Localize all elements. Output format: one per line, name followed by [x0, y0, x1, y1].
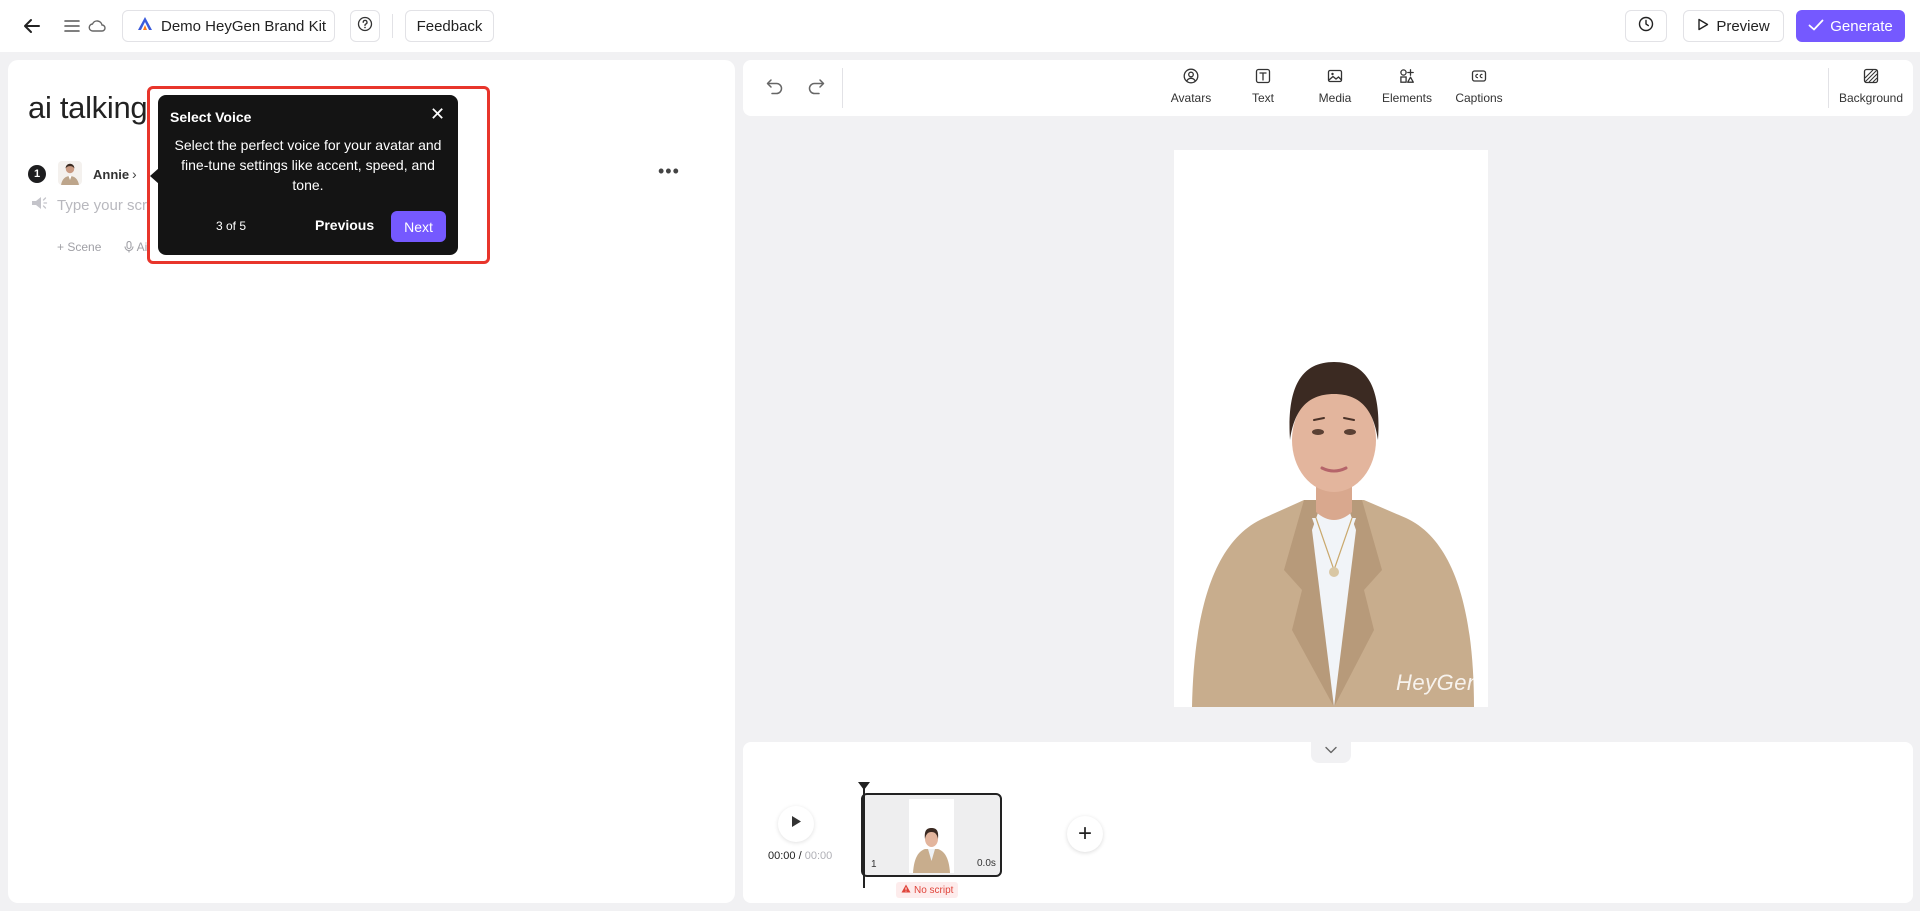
clip-duration: 0.0s	[977, 858, 996, 869]
background-tool-label: Background	[1838, 91, 1904, 105]
undo-icon[interactable]	[765, 76, 785, 101]
brand-kit-label: Demo HeyGen Brand Kit	[161, 17, 327, 35]
avatar-thumbnail[interactable]	[58, 161, 82, 185]
elements-icon	[1399, 68, 1415, 87]
generate-button[interactable]: Generate	[1796, 10, 1905, 42]
script-input[interactable]: Type your scri	[57, 197, 150, 214]
media-tool[interactable]: Media	[1303, 68, 1367, 105]
no-script-warning: No script	[896, 882, 959, 898]
brand-kit-selector[interactable]: Demo HeyGen Brand Kit	[122, 10, 335, 42]
generate-label: Generate	[1830, 17, 1893, 35]
redo-icon[interactable]	[806, 76, 826, 101]
captions-tool[interactable]: Captions	[1447, 68, 1511, 105]
feedback-label: Feedback	[416, 17, 483, 35]
text-tool-label: Text	[1251, 91, 1274, 105]
text-tool[interactable]: Text	[1231, 68, 1295, 105]
avatar-name[interactable]: Annie	[93, 167, 129, 182]
history-icon	[1638, 16, 1654, 36]
microphone-icon	[124, 240, 134, 253]
project-title[interactable]: ai talking	[28, 90, 148, 126]
help-button[interactable]	[350, 10, 380, 42]
tooltip-body: Select the perfect voice for your avatar…	[174, 137, 442, 193]
brand-kit-icon	[137, 16, 153, 36]
help-icon	[357, 16, 373, 36]
avatars-tool-label: Avatars	[1170, 91, 1212, 105]
current-time: 00:00	[768, 850, 796, 862]
top-bar: Demo HeyGen Brand Kit Feedback Preview G…	[0, 0, 1920, 52]
avatars-tool[interactable]: Avatars	[1159, 68, 1223, 105]
add-scene-button[interactable]: + Scene	[57, 240, 101, 254]
cloud-icon	[86, 16, 108, 36]
plus-icon: +	[1077, 820, 1092, 847]
warning-label: No script	[914, 884, 954, 896]
clip-number: 1	[871, 859, 877, 870]
total-time: 00:00	[804, 850, 833, 862]
elements-tool-label: Elements	[1381, 91, 1433, 105]
preview-button[interactable]: Preview	[1683, 10, 1784, 42]
heygen-watermark: HeyGen	[1396, 670, 1480, 695]
warning-icon	[901, 884, 911, 896]
feedback-button[interactable]: Feedback	[405, 10, 494, 42]
divider	[392, 14, 393, 38]
menu-icon[interactable]	[62, 16, 82, 36]
play-icon	[1697, 18, 1709, 35]
next-button[interactable]: Next	[391, 211, 446, 242]
background-tool[interactable]: Background	[1832, 68, 1910, 105]
image-icon	[1327, 68, 1343, 87]
avatar-icon	[1183, 68, 1199, 87]
clip-thumbnail	[909, 799, 954, 873]
close-icon[interactable]: ✕	[430, 105, 445, 123]
collapse-timeline-button[interactable]	[1311, 737, 1351, 763]
add-scene-plus-button[interactable]: +	[1067, 816, 1103, 852]
timeline-panel: 00:00 / 00:00 1 0.0s No script +	[743, 742, 1913, 903]
timeline-clip[interactable]: 1 0.0s	[861, 793, 1002, 877]
text-icon	[1255, 68, 1271, 87]
more-options-icon[interactable]: •••	[658, 161, 680, 182]
check-icon	[1808, 18, 1824, 35]
time-display: 00:00 / 00:00	[768, 850, 833, 862]
history-button[interactable]	[1625, 10, 1667, 42]
scene-number-badge: 1	[28, 165, 46, 183]
add-audio-button[interactable]: Ai	[124, 240, 147, 254]
captions-tool-label: Captions	[1455, 91, 1503, 105]
play-button[interactable]	[778, 806, 814, 842]
onboarding-tooltip: Select Voice ✕ Select the perfect voice …	[158, 95, 458, 255]
magic-voice-icon	[30, 195, 48, 216]
cc-icon	[1471, 68, 1487, 87]
playhead-line	[863, 788, 865, 888]
play-icon	[790, 815, 802, 833]
previous-button[interactable]: Previous	[315, 217, 374, 233]
avatar-image[interactable]	[1174, 150, 1488, 707]
divider	[842, 68, 843, 108]
back-arrow-icon[interactable]	[20, 14, 44, 38]
tooltip-title: Select Voice	[170, 109, 252, 125]
canvas-toolbar: Avatars Text Media Elements Captions Bac…	[743, 60, 1913, 116]
background-icon	[1863, 68, 1879, 87]
tour-step-counter: 3 of 5	[216, 219, 247, 233]
preview-label: Preview	[1716, 17, 1770, 35]
chevron-down-icon	[1325, 741, 1337, 759]
elements-tool[interactable]: Elements	[1375, 68, 1439, 105]
divider	[1828, 68, 1829, 108]
add-audio-label: Ai	[136, 240, 148, 254]
chevron-right-icon[interactable]: ›	[132, 166, 137, 182]
media-tool-label: Media	[1318, 91, 1352, 105]
video-canvas[interactable]: HeyGen	[1174, 150, 1488, 707]
